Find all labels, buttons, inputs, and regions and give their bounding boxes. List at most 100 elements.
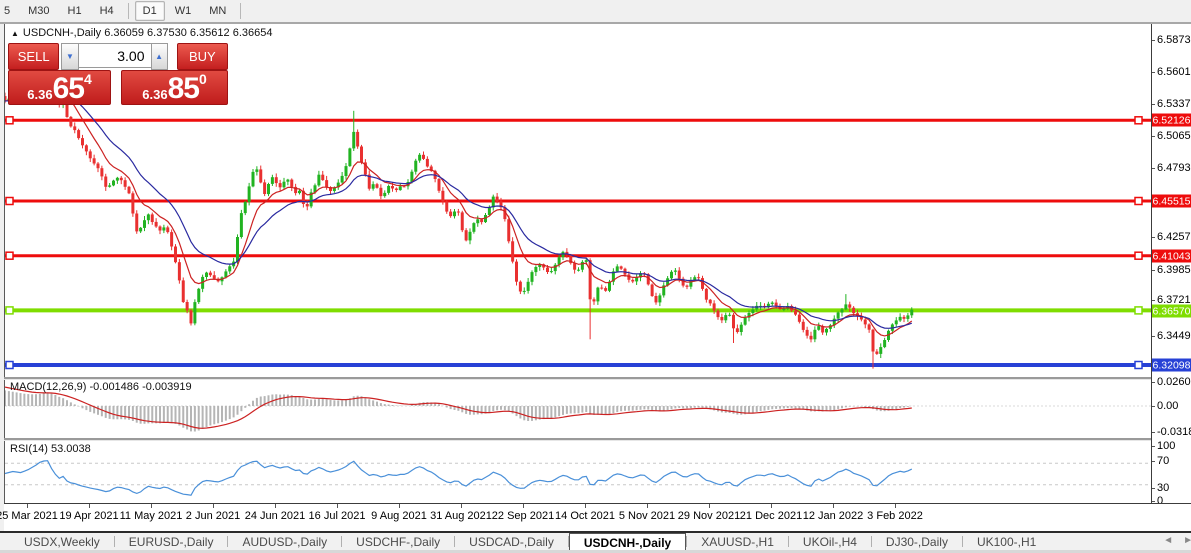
date-label: 24 Jun 2021 xyxy=(245,510,306,522)
ohlc-high: 6.37530 xyxy=(147,27,187,39)
timeframe-button-d1[interactable]: D1 xyxy=(135,1,165,21)
chart-area[interactable]: ▲ USDCNH-,Daily 6.36059 6.37530 6.35612 6… xyxy=(4,24,1152,503)
price-axis-label: 6.42570 xyxy=(1157,231,1191,243)
tab-eurusd-daily[interactable]: EURUSD-,Daily xyxy=(115,533,228,550)
timeframe-button-h4[interactable]: H4 xyxy=(92,1,122,21)
date-tick xyxy=(399,504,400,508)
chart-symbol-period: USDCNH-,Daily xyxy=(23,27,101,39)
macd-axis-label: 0.00 xyxy=(1157,400,1178,412)
price-level-tag: 6.36570 xyxy=(1152,305,1191,318)
price-level-tag: 6.41043 xyxy=(1152,250,1191,263)
price-axis-label: 6.39850 xyxy=(1157,264,1191,276)
tab-ukoil-h4[interactable]: UKOil-,H4 xyxy=(789,533,871,550)
price-axis-label: 6.56010 xyxy=(1157,66,1191,78)
price-axis-label: 6.50650 xyxy=(1157,130,1191,142)
buy-price-big: 85 xyxy=(168,75,199,103)
date-label: 14 Oct 2021 xyxy=(555,510,615,522)
tab-audusd-daily[interactable]: AUDUSD-,Daily xyxy=(228,533,341,550)
date-label: 12 Jan 2022 xyxy=(803,510,864,522)
toolbar-separator xyxy=(240,3,241,19)
date-tick xyxy=(771,504,772,508)
collapse-arrow-icon[interactable]: ▲ xyxy=(11,29,19,38)
price-axis-label: 6.47930 xyxy=(1157,162,1191,174)
macd-values: -0.001486 -0.003919 xyxy=(89,381,191,393)
volume-decrease-button[interactable]: ▼ xyxy=(61,43,78,70)
sell-price-pip: 4 xyxy=(84,72,92,86)
date-label: 9 Aug 2021 xyxy=(371,510,427,522)
tab-xauusd-h1[interactable]: XAUUSD-,H1 xyxy=(687,533,788,550)
timeframe-button-mn[interactable]: MN xyxy=(201,1,234,21)
rsi-label: RSI(14) 53.0038 xyxy=(10,443,91,455)
tab-usdx-weekly[interactable]: USDX,Weekly xyxy=(10,533,114,550)
macd-axis-label: -0.03187 xyxy=(1157,426,1191,438)
price-level-tag: 6.32098 xyxy=(1152,359,1191,372)
date-tick xyxy=(833,504,834,508)
tab-scroll-arrows: ◄► xyxy=(1163,535,1191,546)
date-tick xyxy=(895,504,896,508)
sell-price-display[interactable]: 6.36654 xyxy=(8,70,111,105)
date-tick xyxy=(275,504,276,508)
ohlc-close: 6.36654 xyxy=(233,27,273,39)
rsi-axis-label: 30 xyxy=(1157,482,1169,494)
tab-usdcad-daily[interactable]: USDCAD-,Daily xyxy=(455,533,568,550)
date-label: 19 Apr 2021 xyxy=(59,510,118,522)
macd-label: MACD(12,26,9) -0.001486 -0.003919 xyxy=(10,381,192,393)
date-tick xyxy=(461,504,462,508)
one-click-trade-panel: SELL ▼ ▲ BUY 6.36654 6.36850 xyxy=(8,43,228,120)
volume-increase-button[interactable]: ▲ xyxy=(151,43,168,70)
rsi-value: 53.0038 xyxy=(51,443,91,455)
timeframe-button-m30[interactable]: M30 xyxy=(20,1,57,21)
toolbar-separator xyxy=(128,3,129,19)
tab-scroll-right-icon[interactable]: ► xyxy=(1183,535,1191,546)
buy-price-display[interactable]: 6.36850 xyxy=(121,70,228,105)
price-level-tag: 6.52126 xyxy=(1152,114,1191,127)
timeframe-button-5[interactable]: 5 xyxy=(1,1,18,21)
rsi-axis-label: 70 xyxy=(1157,455,1169,467)
timeframe-button-h1[interactable]: H1 xyxy=(60,1,90,21)
date-tick xyxy=(27,504,28,508)
date-label: 31 Aug 2021 xyxy=(430,510,492,522)
date-label: 2 Jun 2021 xyxy=(186,510,240,522)
date-label: 3 Feb 2022 xyxy=(867,510,923,522)
buy-button[interactable]: BUY xyxy=(177,43,228,70)
price-axis-label: 6.34490 xyxy=(1157,330,1191,342)
ohlc-open: 6.36059 xyxy=(104,27,144,39)
tab-usdchf-daily[interactable]: USDCHF-,Daily xyxy=(342,533,454,550)
tab-scroll-left-icon[interactable]: ◄ xyxy=(1163,535,1173,546)
symbol-tabbar: USDX,WeeklyEURUSD-,DailyAUDUSD-,DailyUSD… xyxy=(0,533,1191,550)
date-label: 25 Mar 2021 xyxy=(0,510,58,522)
timeframe-toolbar: 5M30H1H4 D1W1MN xyxy=(0,0,1191,24)
date-tick xyxy=(151,504,152,508)
panel-splitter-macd[interactable] xyxy=(4,377,1191,380)
timeframe-button-w1[interactable]: W1 xyxy=(167,1,200,21)
volume-input[interactable] xyxy=(79,43,151,68)
rsi-axis-label: 100 xyxy=(1157,440,1175,452)
date-label: 29 Nov 2021 xyxy=(678,510,740,522)
tab-dj30-daily[interactable]: DJ30-,Daily xyxy=(872,533,962,550)
date-label: 22 Sep 2021 xyxy=(492,510,554,522)
date-tick xyxy=(523,504,524,508)
tab-usdcnh-daily[interactable]: USDCNH-,Daily xyxy=(569,533,686,550)
buy-price-prefix: 6.36 xyxy=(142,86,167,103)
price-axis-label: 6.58730 xyxy=(1157,34,1191,46)
date-tick xyxy=(213,504,214,508)
date-tick xyxy=(89,504,90,508)
date-axis[interactable]: 25 Mar 202119 Apr 202111 May 20212 Jun 2… xyxy=(4,503,1191,532)
date-label: 16 Jul 2021 xyxy=(309,510,366,522)
price-axis-label: 6.53370 xyxy=(1157,98,1191,110)
date-tick xyxy=(337,504,338,508)
price-level-tag: 6.45515 xyxy=(1152,195,1191,208)
date-label: 5 Nov 2021 xyxy=(619,510,675,522)
date-label: 11 May 2021 xyxy=(120,510,183,522)
date-tick xyxy=(709,504,710,508)
ohlc-low: 6.35612 xyxy=(190,27,230,39)
buy-price-pip: 0 xyxy=(199,72,207,86)
panel-splitter-rsi[interactable] xyxy=(4,438,1191,441)
sell-button[interactable]: SELL xyxy=(8,43,59,70)
sell-price-prefix: 6.36 xyxy=(27,86,52,103)
rsi-indicator-canvas[interactable] xyxy=(5,440,1152,503)
price-axis[interactable]: 6.58730 6.56010 6.53370 6.50650 6.47930 6.425… xyxy=(1152,24,1191,503)
date-label: 21 Dec 2021 xyxy=(740,510,802,522)
tab-uk100-h1[interactable]: UK100-,H1 xyxy=(963,533,1050,550)
trading-platform-window: 5M30H1H4 D1W1MN ▲ USDCNH-,Daily 6.36059 6.… xyxy=(0,0,1191,553)
